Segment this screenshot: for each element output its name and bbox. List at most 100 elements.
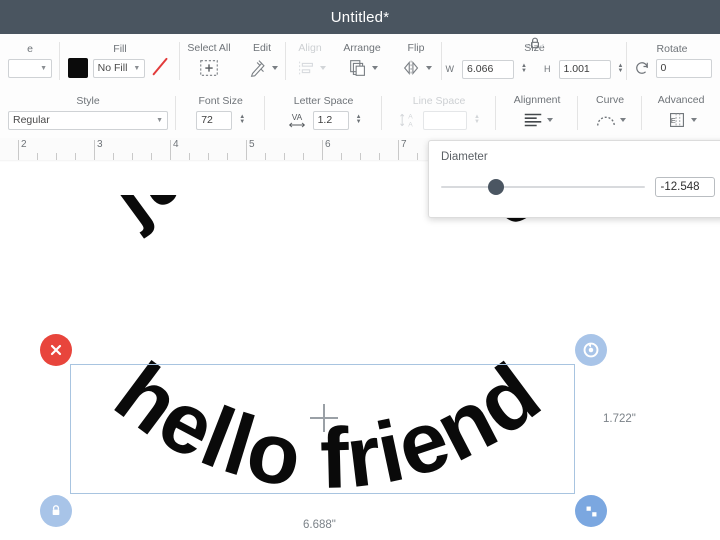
ruler-tick xyxy=(246,140,247,160)
arrange-button[interactable] xyxy=(346,57,378,79)
no-line-icon[interactable] xyxy=(150,58,172,78)
letter-space-input[interactable]: 1.2 xyxy=(312,110,349,130)
line-space-input[interactable] xyxy=(423,110,468,130)
fill-label: Fill xyxy=(113,42,127,55)
ruler-tick xyxy=(265,153,266,160)
letter-space-stepper[interactable]: ▲ ▼ xyxy=(356,114,362,125)
alignment-button[interactable] xyxy=(521,109,554,131)
curve-label: Curve xyxy=(596,93,625,106)
diameter-label: Diameter xyxy=(441,151,488,163)
ruler-tick xyxy=(322,140,323,160)
font-size-value: 72 xyxy=(201,114,213,127)
select-all-button[interactable] xyxy=(197,57,221,79)
ruler-tick xyxy=(94,140,95,160)
align-label: Align xyxy=(298,41,322,54)
ruler-tick xyxy=(284,153,285,160)
ruler-number: 4 xyxy=(173,139,179,150)
fill-color-swatch[interactable] xyxy=(67,58,88,79)
curve-button[interactable] xyxy=(594,109,627,131)
height-input[interactable]: 1.001 xyxy=(558,59,611,79)
chevron-down-icon: ▼ xyxy=(156,116,163,124)
linetype-label: e xyxy=(27,43,33,56)
ruler-number: 2 xyxy=(21,139,27,150)
edit-button[interactable] xyxy=(246,57,278,79)
alignment-label: Alignment xyxy=(513,93,561,106)
line-space-group: Line Space A A ▲ ▼ xyxy=(382,88,497,138)
linetype-select[interactable]: ▼ xyxy=(8,58,52,78)
flip-button[interactable] xyxy=(400,57,432,79)
arrange-group: Arrange xyxy=(334,34,390,88)
delete-handle[interactable] xyxy=(40,334,72,366)
chevron-down-icon xyxy=(691,118,698,123)
selection-height-label: 1.722" xyxy=(603,413,636,425)
title-bar: Untitled* xyxy=(0,0,720,34)
rotate-input[interactable]: 0 xyxy=(655,58,712,78)
diameter-slider[interactable] xyxy=(441,179,645,195)
select-all-icon xyxy=(200,60,218,77)
svg-text:A: A xyxy=(408,114,413,121)
resize-handle[interactable] xyxy=(575,495,607,527)
advanced-button[interactable]: E xyxy=(665,109,698,131)
ruler-tick xyxy=(170,140,171,160)
width-axis-label: W xyxy=(445,64,455,75)
ruler-tick xyxy=(56,153,57,160)
rotate-handle[interactable] xyxy=(575,334,607,366)
resize-handle-icon xyxy=(586,506,596,516)
chevron-down-icon xyxy=(320,66,326,71)
diameter-value: -12.548 xyxy=(660,181,700,193)
curve-group: Curve xyxy=(578,88,643,138)
text-align-icon xyxy=(524,113,542,127)
ruler-number: 6 xyxy=(325,139,331,150)
align-button[interactable] xyxy=(294,57,326,79)
flip-label: Flip xyxy=(407,41,425,54)
ruler-tick xyxy=(398,140,399,160)
lock-aspect-button[interactable] xyxy=(524,35,546,56)
ruler-tick xyxy=(189,153,190,160)
rotate-value: 0 xyxy=(660,62,667,75)
ruler-tick xyxy=(208,153,209,160)
select-all-label: Select All xyxy=(187,41,231,54)
lock-handle[interactable] xyxy=(40,495,72,527)
diameter-input[interactable]: -12.548 xyxy=(654,177,715,197)
design-space-window: Untitled* e ▼ Fill No Fill ▼ Select All … xyxy=(0,0,720,540)
ruler-tick xyxy=(113,153,114,160)
ruler-tick xyxy=(75,153,76,160)
ruler-tick xyxy=(151,153,152,160)
chevron-down-icon xyxy=(547,118,554,123)
height-stepper[interactable]: ▲ ▼ xyxy=(618,63,624,74)
alignment-group: Alignment xyxy=(496,88,578,138)
letter-space-group: Letter Space VA 1.2 ▲ ▼ xyxy=(265,88,383,138)
align-icon xyxy=(299,61,313,75)
svg-text:VA: VA xyxy=(291,112,302,122)
style-label: Style xyxy=(76,95,100,108)
width-input[interactable]: 6.066 xyxy=(462,59,515,79)
ruler-tick xyxy=(303,153,304,160)
ruler-number: 5 xyxy=(249,139,255,150)
ruler-tick xyxy=(379,153,380,160)
align-group: Align xyxy=(286,34,334,88)
rotate-group: Rotate 0 xyxy=(627,34,717,88)
line-space-stepper[interactable]: ▲ ▼ xyxy=(474,114,480,125)
letter-space-value: 1.2 xyxy=(317,114,333,127)
rotate-icon xyxy=(635,62,648,75)
fill-select[interactable]: No Fill ▼ xyxy=(92,58,146,78)
ruler-tick xyxy=(37,153,38,160)
ruler-tick xyxy=(18,140,19,160)
diameter-slider-thumb[interactable] xyxy=(487,179,504,195)
kerning-va-icon: VA xyxy=(288,112,305,128)
font-size-input[interactable]: 72 xyxy=(196,110,233,130)
ruler-number: 7 xyxy=(401,139,407,150)
advanced-label: Advanced xyxy=(657,93,705,106)
fill-value: No Fill xyxy=(97,62,128,75)
width-stepper[interactable]: ▲ ▼ xyxy=(521,63,527,74)
toolbar-row-primary: e ▼ Fill No Fill ▼ Select All Edit Align… xyxy=(0,34,720,89)
style-value: Regular xyxy=(13,114,50,127)
curve-diameter-popover: Diameter -12.548 xyxy=(428,140,720,218)
ruler-tick xyxy=(417,153,418,160)
rotate-label: Rotate xyxy=(656,43,688,56)
style-select[interactable]: Regular ▼ xyxy=(8,110,168,130)
lock-aspect-icon xyxy=(526,37,543,49)
font-size-stepper[interactable]: ▲ ▼ xyxy=(239,114,245,125)
arrange-label: Arrange xyxy=(343,41,381,54)
flip-group: Flip xyxy=(390,34,442,88)
